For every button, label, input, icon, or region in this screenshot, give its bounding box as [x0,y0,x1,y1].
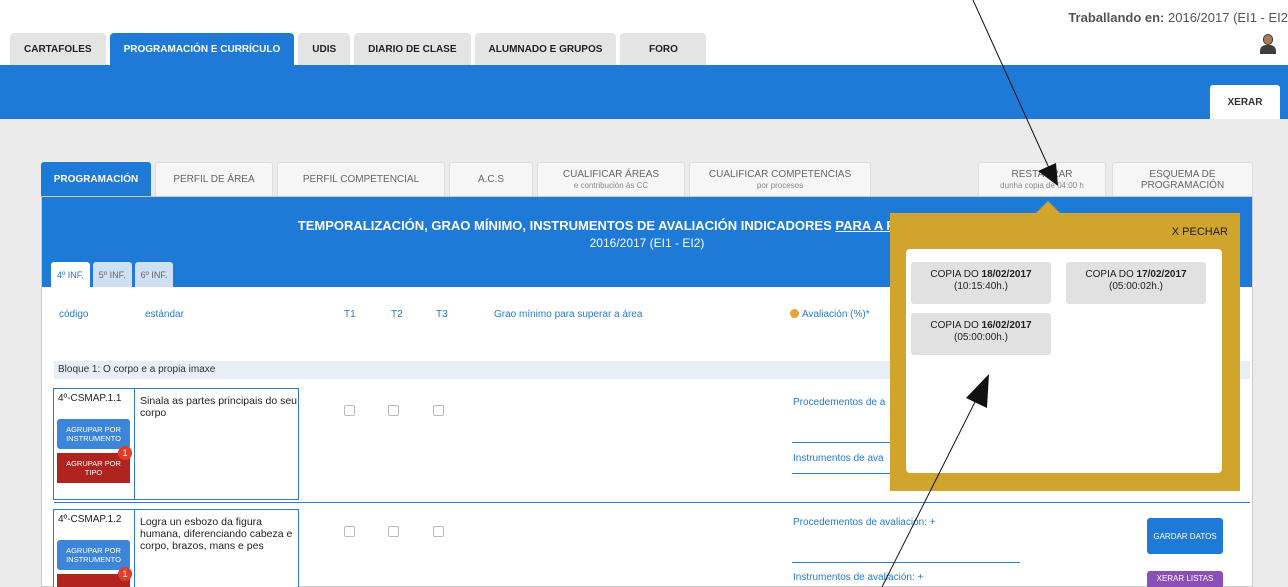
tab-alumnado-grupos[interactable]: ALUMNADO E GRUPOS [474,33,617,65]
subtab-cualificar-competencias-sub: por procesos [756,180,804,190]
t1-checkbox[interactable] [344,405,355,416]
tab-programacion-curriculo[interactable]: PROGRAMACIÓN E CURRÍCULO [109,33,295,65]
tab-foro[interactable]: FORO [620,33,707,65]
col-estandar: estándar [145,309,184,320]
working-label: Traballando en: [1068,10,1165,25]
popup-pointer [1036,201,1060,213]
subtab-cualificar-competencias[interactable]: CUALIFICAR COMPETENCIAS por procesos [689,162,871,196]
tab-4-inf[interactable]: 4º INF. [51,262,90,287]
standard-code: 4º-CSMAP.1.1 [58,393,122,404]
copy-prefix: COPIA DO [1085,269,1137,280]
col-codigo: código [59,309,89,320]
restore-copy-button[interactable]: COPIA DO 18/02/2017 (10:15:40h.) [911,262,1051,304]
subtab-cualificar-areas-sub: e contribución ás CC [573,180,649,190]
col-avaliacion-label: Avaliación (%)* [802,309,870,320]
divider [134,510,135,587]
course-tabs: 4º INF. 5º INF. 6º INF. [51,262,174,287]
working-context: Traballando en: 2016/2017 (EI1 - EI2 [1068,10,1288,25]
subtab-restaurar-sub: dunha copia de 04:00 h [1000,180,1084,190]
copy-date: 18/02/2017 [981,269,1032,280]
subtab-perfil-competencial[interactable]: PERFIL COMPETENCIAL [277,162,445,196]
gardar-datos-button[interactable]: GARDAR DATOS [1147,518,1223,554]
tab-udis[interactable]: UDIS [298,33,351,65]
subtab-esquema-line2: PROGRAMACIÓN [1140,179,1225,191]
copy-time: (10:15:40h.) [954,281,1008,292]
copy-date: 17/02/2017 [1136,269,1187,280]
xerar-button[interactable]: XERAR [1210,85,1280,119]
subtab-perfil-area[interactable]: PERFIL DE ÁREA [155,162,273,196]
col-avaliacion: Avaliación (%)* [790,309,870,320]
standard-description: Logra un esbozo da figura humana, difere… [140,516,293,552]
copies-list: COPIA DO 18/02/2017 (10:15:40h.) COPIA D… [906,249,1222,473]
notification-badge: 1 [118,446,132,460]
procedementos-underline [792,562,1020,563]
copy-time: (05:00:02h.) [1109,281,1163,292]
restore-copy-button[interactable]: COPIA DO 16/02/2017 (05:00:00h.) [911,313,1051,355]
top-bar: Traballando en: 2016/2017 (EI1 - EI2 CAR… [0,0,1288,65]
avatar[interactable] [1260,34,1276,54]
xerar-listas-button[interactable]: XERAR LISTAS [1147,571,1223,587]
row-separator [54,502,1250,503]
procedementos-link[interactable]: Procedementos de avaliación: + [793,517,936,528]
working-value: 2016/2017 (EI1 - EI2 [1168,10,1288,25]
restore-copy-button[interactable]: COPIA DO 17/02/2017 (05:00:02h.) [1066,262,1206,304]
t3-checkbox[interactable] [433,405,444,416]
t2-checkbox[interactable] [388,526,399,537]
instrumentos-link[interactable]: Instrumentos de ava [793,453,884,464]
subtab-restaurar[interactable]: RESTAURAR dunha copia de 04:00 h [978,162,1106,196]
warning-icon [790,309,799,318]
standard-code: 4º-CSMAP.1.2 [58,514,122,525]
instrumentos-link[interactable]: Instrumentos de avaliación: + [793,572,923,583]
col-t1: T1 [344,309,356,320]
tab-5-inf[interactable]: 5º INF. [92,262,132,287]
subtab-acs-label: A.C.S [477,174,505,185]
standard-row: 4º-CSMAP.1.1 Sinala as partes principais… [53,388,299,500]
avatar-head-icon [1263,34,1273,45]
col-grao-minimo: Grao mínimo para superar a área [494,309,643,320]
close-popup-button[interactable]: X PECHAR [1172,226,1228,238]
main-tabs: CARTAFOLES PROGRAMACIÓN E CURRÍCULO UDIS… [10,33,707,65]
subtab-restaurar-label: RESTAURAR [1011,168,1073,180]
subtab-acs[interactable]: A.C.S [449,162,533,196]
subtab-perfil-area-label: PERFIL DE ÁREA [173,174,255,185]
tab-6-inf[interactable]: 6º INF. [134,262,174,287]
copy-time: (05:00:00h.) [954,332,1008,343]
procedementos-link[interactable]: Procedementos de a [793,397,885,408]
col-t2: T2 [391,309,403,320]
standard-description: Sinala as partes principais do seu corpo [140,395,298,419]
subtab-cualificar-areas-label: CUALIFICAR ÁREAS [562,168,660,180]
subtab-cualificar-competencias-label: CUALIFICAR COMPETENCIAS [708,168,852,180]
panel-title-main: TEMPORALIZACIÓN, GRAO MÍNIMO, INSTRUMENT… [297,218,836,233]
t1-checkbox[interactable] [344,526,355,537]
restore-popup: X PECHAR COPIA DO 18/02/2017 (10:15:40h.… [890,213,1240,491]
tab-cartafoles[interactable]: CARTAFOLES [10,33,106,65]
subtab-programacion[interactable]: PROGRAMACIÓN [41,162,151,196]
copy-prefix: COPIA DO [930,320,982,331]
notification-badge: 1 [118,567,132,581]
copy-prefix: COPIA DO [930,269,982,280]
subtab-programacion-label: PROGRAMACIÓN [53,174,139,185]
divider [134,389,135,499]
agrupar-por-instrumento-button[interactable]: AGRUPAR POR INSTRUMENTO [57,419,130,449]
col-t3: T3 [436,309,448,320]
blue-toolbar: XERAR [0,65,1288,119]
subtab-esquema-line1: ESQUEMA DE [1149,168,1216,180]
avatar-body-icon [1260,45,1276,54]
subtab-cualificar-areas[interactable]: CUALIFICAR ÁREAS e contribución ás CC [537,162,685,196]
subtab-perfil-competencial-label: PERFIL COMPETENCIAL [302,174,420,185]
tab-diario-clase[interactable]: DIARIO DE CLASE [354,33,471,65]
t3-checkbox[interactable] [433,526,444,537]
agrupar-por-instrumento-button[interactable]: AGRUPAR POR INSTRUMENTO [57,540,130,570]
t2-checkbox[interactable] [388,405,399,416]
subtab-esquema-programacion[interactable]: ESQUEMA DE PROGRAMACIÓN [1112,162,1253,196]
copy-date: 16/02/2017 [981,320,1032,331]
standard-row: 4º-CSMAP.1.2 Logra un esbozo da figura h… [53,509,299,587]
